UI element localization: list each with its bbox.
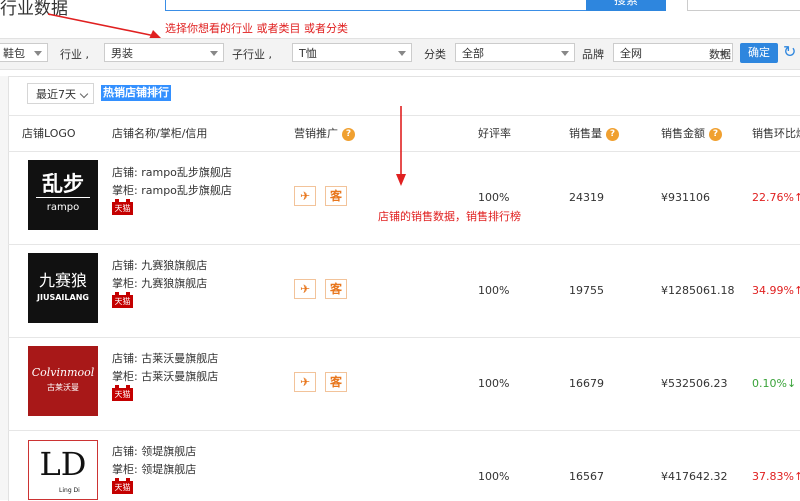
industry-select[interactable]: 男装 (104, 43, 224, 62)
amount-value: ¥532506.23 (661, 377, 728, 390)
period-select[interactable]: 最近7天 (27, 83, 94, 104)
rating-value: 100% (478, 470, 510, 483)
rating-value: 100% (478, 377, 510, 390)
tab-hot-shops[interactable]: 热销店铺排行 (101, 85, 171, 101)
first-filter-select[interactable]: 鞋包 (0, 43, 48, 62)
industry-label: 行业 , (60, 48, 89, 61)
chevron-down-icon (561, 51, 569, 56)
tmall-badge: 天猫 (112, 385, 133, 401)
shop-name[interactable]: 店铺: 九赛狼旗舰店 (112, 257, 207, 273)
industry-value: 男装 (111, 47, 133, 60)
category-value: 全部 (462, 47, 484, 60)
help-icon[interactable]: ? (709, 127, 722, 141)
amount-value: ¥1285061.18 (661, 284, 735, 297)
header-name: 店铺名称/掌柜/信用 (112, 127, 208, 140)
header-ratio: 销售环比爆 (752, 127, 800, 140)
header-amount: 销售金额? (661, 125, 722, 141)
arrow-up-icon: ↑ (793, 284, 800, 297)
shop-name[interactable]: 店铺: 领堤旗舰店 (112, 443, 196, 459)
ratio-value: 22.76%↑ (752, 191, 800, 204)
help-icon[interactable]: ? (606, 127, 619, 141)
chevron-down-icon (398, 51, 406, 56)
ratio-value: 0.10%↓ (752, 377, 797, 390)
search-input[interactable] (165, 0, 587, 11)
sales-value: 16567 (569, 470, 604, 483)
sub-industry-select[interactable]: T恤 (292, 43, 412, 62)
first-filter-value: 鞋包 (3, 47, 25, 60)
promo-car-icon[interactable]: ✈ (294, 372, 316, 392)
tmall-badge: 天猫 (112, 199, 133, 215)
rating-value: 100% (478, 191, 510, 204)
shop-logo[interactable]: Colvinmool 古莱沃曼 (28, 346, 98, 416)
shop-logo[interactable]: 乱步 rampo (28, 160, 98, 230)
search-button[interactable]: 搜索 (586, 0, 666, 11)
annotation-top: 选择你想看的行业 或者类目 或者分类 (165, 22, 348, 35)
sales-value: 24319 (569, 191, 604, 204)
chevron-down-icon (34, 51, 42, 56)
sub-industry-value: T恤 (299, 47, 317, 60)
ratio-value: 34.99%↑ (752, 284, 800, 297)
arrow-up-icon: ↑ (793, 470, 800, 483)
arrow-down-icon: ↓ (786, 377, 797, 390)
shop-name[interactable]: 店铺: 古莱沃曼旗舰店 (112, 350, 218, 366)
rating-value: 100% (478, 284, 510, 297)
period-value: 最近7天 (36, 88, 76, 101)
confirm-button[interactable]: 确定 (740, 43, 778, 63)
sub-industry-label: 子行业 , (232, 48, 272, 61)
promo-ke-button[interactable]: 客 (325, 372, 347, 392)
promo-car-icon[interactable]: ✈ (294, 186, 316, 206)
header-sales: 销售量? (569, 125, 619, 141)
header-promo: 营销推广? (294, 125, 355, 141)
refresh-icon[interactable]: ↻ (783, 42, 800, 62)
shop-logo[interactable]: LD Ling Di (28, 440, 98, 500)
keeper-name[interactable]: 掌柜: 九赛狼旗舰店 (112, 275, 207, 291)
promo-ke-button[interactable]: 客 (325, 186, 347, 206)
ratio-value: 37.83%↑ (752, 470, 800, 483)
keeper-name[interactable]: 掌柜: 领堤旗舰店 (112, 461, 196, 477)
help-icon[interactable]: ? (342, 127, 355, 141)
arrow-up-icon: ↑ (793, 191, 800, 204)
promo-ke-button[interactable]: 客 (325, 279, 347, 299)
annotation-table: 店铺的销售数据，销售排行榜 (378, 210, 521, 223)
tmall-badge: 天猫 (112, 478, 133, 494)
amount-value: ¥931106 (661, 191, 710, 204)
category-select[interactable]: 全部 (455, 43, 575, 62)
chevron-down-icon (79, 89, 89, 99)
data-label: 数据 (709, 48, 731, 61)
keeper-name[interactable]: 掌柜: rampo乱步旗舰店 (112, 182, 232, 198)
header-logo: 店铺LOGO (22, 127, 76, 140)
brand-label: 品牌 (582, 48, 604, 61)
secondary-search-box[interactable] (687, 0, 800, 11)
shop-logo[interactable]: 九赛狼 JIUSAILANG (28, 253, 98, 323)
left-gutter (0, 76, 8, 500)
sales-value: 19755 (569, 284, 604, 297)
tmall-badge: 天猫 (112, 292, 133, 308)
annotation-arrow-table (396, 106, 406, 186)
header-rating: 好评率 (478, 127, 511, 140)
brand-value: 全网 (620, 47, 642, 60)
amount-value: ¥417642.32 (661, 470, 728, 483)
keeper-name[interactable]: 掌柜: 古莱沃曼旗舰店 (112, 368, 218, 384)
category-label: 分类 (424, 48, 446, 61)
chevron-down-icon (210, 51, 218, 56)
promo-car-icon[interactable]: ✈ (294, 279, 316, 299)
sales-value: 16679 (569, 377, 604, 390)
shop-name[interactable]: 店铺: rampo乱步旗舰店 (112, 164, 232, 180)
